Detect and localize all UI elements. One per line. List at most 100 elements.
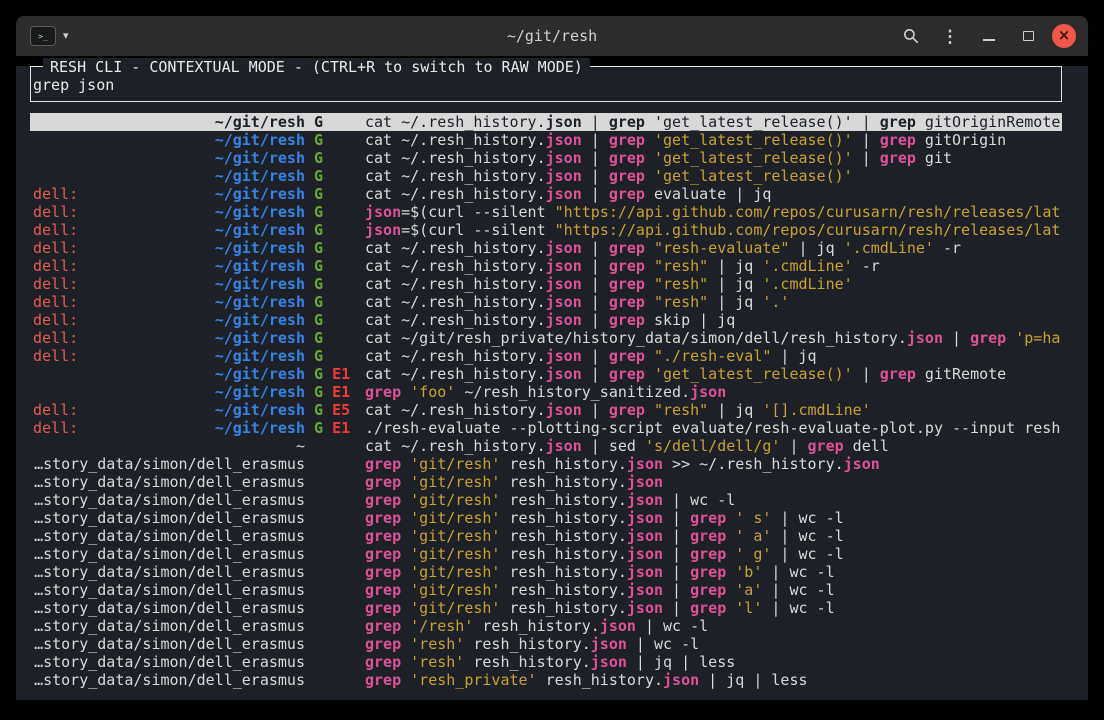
history-row[interactable]: dell:~/git/reshGcat ~/.resh_history.json… xyxy=(30,347,1062,365)
flags-cell: G xyxy=(314,239,323,257)
history-row[interactable]: ~/git/resh Gcat ~/.resh_history.json | gr… xyxy=(30,149,1062,167)
terminal-content: RESH CLI - CONTEXTUAL MODE - (CTRL+R to … xyxy=(16,66,1088,700)
history-row[interactable]: …story_data/simon/dell_erasmusgrep 'resh… xyxy=(30,671,1062,689)
close-icon: × xyxy=(1058,28,1071,43)
command-cell: cat ~/git/resh_private/history_data/simo… xyxy=(365,329,1062,347)
directory-cell: ~/git/resh xyxy=(33,329,305,347)
history-row[interactable]: …story_data/simon/dell_erasmus grep 'git/… xyxy=(30,545,1062,563)
command-cell: grep 'resh' resh_history.json | jq | les… xyxy=(365,653,1062,671)
history-row[interactable]: dell:~/git/reshG E5cat ~/.resh_history.j… xyxy=(30,401,1062,419)
directory-cell: …story_data/simon/dell_erasmus xyxy=(33,599,305,617)
command-cell: cat ~/.resh_history.json | sed 's/dell/d… xyxy=(365,437,1062,455)
git-flag: G xyxy=(314,239,323,257)
titlebar-left-group: >_ ▾ xyxy=(30,16,69,56)
restore-button[interactable] xyxy=(1013,21,1043,51)
command-cell: json=$(curl --silent "https://api.github… xyxy=(365,221,1062,239)
history-row[interactable]: dell:~/git/reshGjson=$(curl --silent "ht… xyxy=(30,203,1062,221)
history-row[interactable]: dell:~/git/reshGcat ~/.resh_history.json… xyxy=(30,257,1062,275)
minimize-button[interactable] xyxy=(974,21,1004,51)
command-cell: json=$(curl --silent "https://api.github… xyxy=(365,203,1062,221)
git-flag: G xyxy=(314,185,323,203)
history-row[interactable]: …story_data/simon/dell_erasmusgrep 'git/… xyxy=(30,491,1062,509)
history-row[interactable]: dell:~/git/reshGjson=$(curl --silent "ht… xyxy=(30,221,1062,239)
directory-cell: ~/git/resh xyxy=(33,131,305,149)
git-flag: G xyxy=(314,311,323,329)
history-row[interactable]: …story_data/simon/dell_erasmusgrep 'git/… xyxy=(30,509,1062,527)
git-flag: G xyxy=(314,419,323,437)
flags-cell: G E1 xyxy=(314,383,350,401)
history-row[interactable]: dell:~/git/reshG E1./resh-evaluate --plo… xyxy=(30,419,1062,437)
history-row[interactable]: ~/git/reshGcat ~/.resh_history.json | gr… xyxy=(30,113,1062,131)
history-row[interactable]: …story_data/simon/dell_erasmusgrep 'git/… xyxy=(30,581,1062,599)
history-row[interactable]: …story_data/simon/dell_erasmusgrep 'resh… xyxy=(30,635,1062,653)
command-cell: grep 'resh' resh_history.json | wc -l xyxy=(365,635,1062,653)
directory-cell: …story_data/simon/dell_erasmus xyxy=(33,653,305,671)
git-flag: G xyxy=(314,113,323,131)
titlebar: >_ ▾ ~/git/resh ⋮ xyxy=(16,16,1088,56)
command-cell: grep 'git/resh' resh_history.json xyxy=(365,473,1062,491)
history-row[interactable]: …story_data/simon/dell_erasmusgrep 'git/… xyxy=(30,599,1062,617)
command-cell: cat ~/.resh_history.json | grep "resh-ev… xyxy=(365,239,1062,257)
menu-button[interactable]: ⋮ xyxy=(935,21,965,51)
git-flag: G xyxy=(314,383,323,401)
command-cell: grep 'foo' ~/resh_history_sanitized.json xyxy=(365,383,1062,401)
restore-icon xyxy=(1023,31,1034,41)
command-cell: cat ~/.resh_history.json | grep 'get_lat… xyxy=(365,149,1062,167)
directory-cell: …story_data/simon/dell_erasmus xyxy=(33,455,305,473)
history-row[interactable]: dell:~/git/reshGcat ~/.resh_history.json… xyxy=(30,311,1062,329)
git-flag: G xyxy=(314,221,323,239)
git-flag: G xyxy=(314,293,323,311)
history-row[interactable]: …story_data/simon/dell_erasmusgrep '/res… xyxy=(30,617,1062,635)
directory-cell: ~/git/resh xyxy=(33,275,305,293)
git-flag: G xyxy=(314,365,323,383)
git-flag: G xyxy=(314,149,323,167)
flags-cell: G xyxy=(314,185,323,203)
terminal-app-menu-button[interactable]: >_ ▾ xyxy=(30,26,69,46)
flags-cell: G E1 xyxy=(314,419,350,437)
command-cell: cat ~/.resh_history.json | grep skip | j… xyxy=(365,311,1062,329)
directory-cell: …story_data/simon/dell_erasmus xyxy=(33,527,305,545)
history-row[interactable]: ~/git/reshGcat ~/.resh_history.json | gr… xyxy=(30,167,1062,185)
flags-cell: G xyxy=(314,275,323,293)
history-row[interactable]: dell:~/git/reshGcat ~/git/resh_private/h… xyxy=(30,329,1062,347)
exit-status-flag: E5 xyxy=(332,401,350,419)
history-list: ~/git/resh Gcat ~/.resh_history.json | gr… xyxy=(30,113,1062,689)
history-row[interactable]: dell:~/git/reshGcat ~/.resh_history.json… xyxy=(30,293,1062,311)
command-cell: grep 'git/resh' resh_history.json | wc -… xyxy=(365,491,1062,509)
history-row[interactable]: ~/git/resh Gcat ~/.resh_history.json | gr… xyxy=(30,131,1062,149)
directory-cell: …story_data/simon/dell_erasmus xyxy=(33,671,305,689)
command-cell: cat ~/.resh_history.json | grep 'get_lat… xyxy=(365,131,1062,149)
close-button[interactable]: × xyxy=(1052,24,1076,48)
resh-mode-title: RESH CLI - CONTEXTUAL MODE - (CTRL+R to … xyxy=(43,58,590,76)
history-row[interactable]: …story_data/simon/dell_erasmus grep 'git/… xyxy=(30,455,1062,473)
flags-cell: G xyxy=(314,149,323,167)
history-row[interactable]: …story_data/simon/dell_erasmusgrep 'git/… xyxy=(30,563,1062,581)
history-row[interactable]: …story_data/simon/dell_erasmus grep 'resh… xyxy=(30,653,1062,671)
history-row[interactable]: ~/git/reshG E1cat ~/.resh_history.json |… xyxy=(30,365,1062,383)
history-row[interactable]: dell:~/git/reshGcat ~/.resh_history.json… xyxy=(30,275,1062,293)
exit-status-flag: E1 xyxy=(332,365,350,383)
git-flag: G xyxy=(314,131,323,149)
directory-cell: ~/git/resh xyxy=(33,401,305,419)
flags-cell: G xyxy=(314,329,323,347)
directory-cell: ~ xyxy=(33,437,305,455)
directory-cell: …story_data/simon/dell_erasmus xyxy=(33,545,305,563)
history-row[interactable]: dell:~/git/reshGcat ~/.resh_history.json… xyxy=(30,239,1062,257)
command-cell: cat ~/.resh_history.json | grep 'get_lat… xyxy=(365,113,1062,131)
history-row[interactable]: …story_data/simon/dell_erasmusgrep 'git/… xyxy=(30,473,1062,491)
command-cell: grep 'git/resh' resh_history.json | grep… xyxy=(365,545,1062,563)
history-row[interactable]: dell:~/git/reshGcat ~/.resh_history.json… xyxy=(30,185,1062,203)
directory-cell: ~/git/resh xyxy=(33,149,305,167)
directory-cell: ~/git/resh xyxy=(33,221,305,239)
command-cell: cat ~/.resh_history.json | grep "resh" |… xyxy=(365,257,1062,275)
flags-cell: G xyxy=(314,131,323,149)
command-cell: grep 'git/resh' resh_history.json >> ~/.… xyxy=(365,455,1062,473)
search-button[interactable] xyxy=(896,21,926,51)
history-row[interactable]: …story_data/simon/dell_erasmusgrep 'git/… xyxy=(30,527,1062,545)
directory-cell: ~/git/resh xyxy=(33,203,305,221)
directory-cell: …story_data/simon/dell_erasmus xyxy=(33,509,305,527)
flags-cell: G xyxy=(314,347,323,365)
flags-cell: G xyxy=(314,257,323,275)
history-row[interactable]: ~/git/reshG E1grep 'foo' ~/resh_history_… xyxy=(30,383,1062,401)
history-row[interactable]: ~ cat ~/.resh_history.json | sed 's/dell/… xyxy=(30,437,1062,455)
